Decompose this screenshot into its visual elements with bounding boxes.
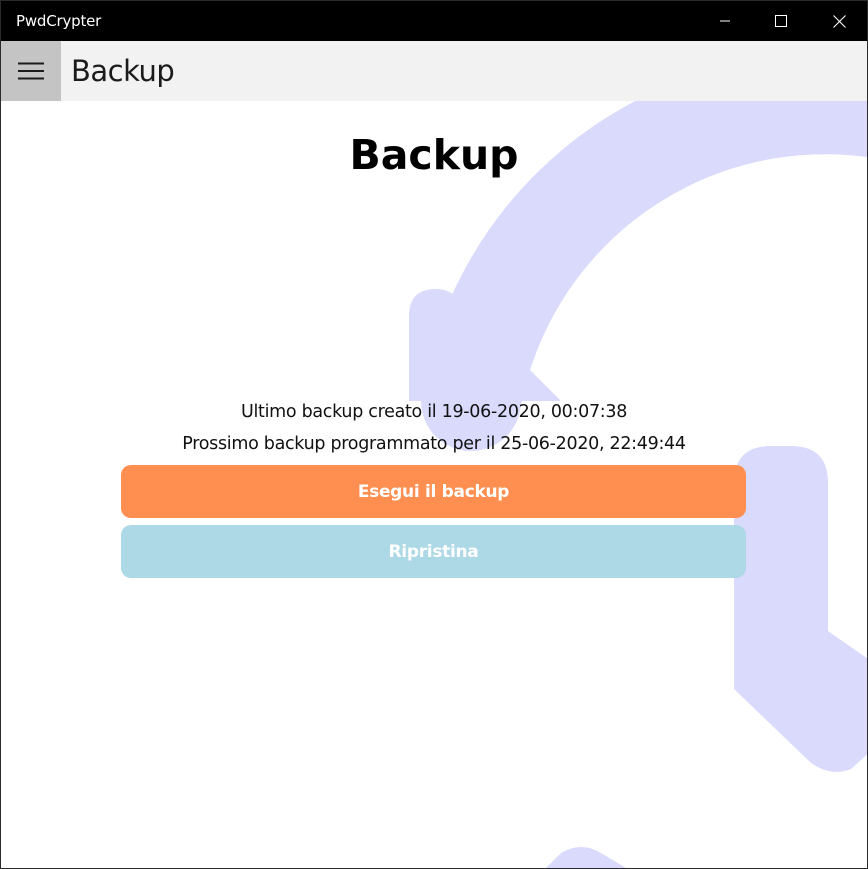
minimize-icon [720,20,730,22]
hamburger-menu-icon [18,62,44,80]
app-window: PwdCrypter Backup Backup Ultimo backup c… [0,0,868,869]
backup-page: Backup Ultimo backup creato il 19-06-202… [1,101,867,868]
close-button[interactable] [811,1,867,41]
title-bar[interactable]: PwdCrypter [1,1,867,41]
page-title: Backup [349,131,519,179]
run-backup-button[interactable]: Esegui il backup [121,465,746,518]
header-title: Backup [71,54,175,88]
next-backup-text: Prossimo backup programmato per il 25-06… [182,434,686,454]
maximize-icon [775,15,787,27]
minimize-button[interactable] [697,1,753,41]
maximize-button[interactable] [753,1,809,41]
hamburger-menu-button[interactable] [1,41,61,101]
app-header: Backup [1,41,867,101]
restore-button[interactable]: Ripristina [121,525,746,578]
last-backup-text: Ultimo backup creato il 19-06-2020, 00:0… [240,402,628,422]
close-icon [832,14,846,28]
restore-label: Ripristina [388,541,479,562]
run-backup-label: Esegui il backup [357,481,510,502]
app-title: PwdCrypter [16,12,102,30]
